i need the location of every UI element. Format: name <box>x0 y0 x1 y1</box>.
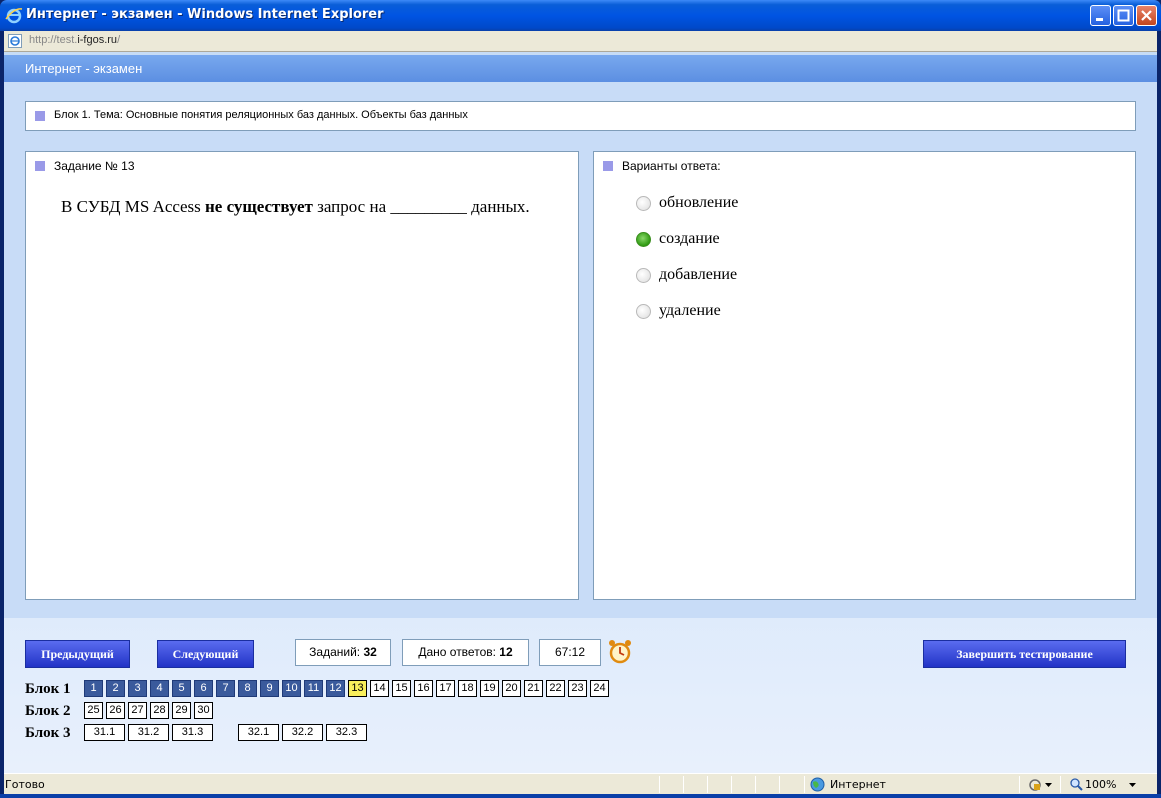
minimize-button[interactable] <box>1090 5 1111 26</box>
block-title: Блок 1. Тема: Основные понятия реляционн… <box>54 109 468 121</box>
question-nav-23[interactable]: 23 <box>568 680 587 697</box>
question-nav-7[interactable]: 7 <box>216 680 235 697</box>
block2-label: Блок 2 <box>25 703 71 719</box>
window-titlebar: Интернет - экзамен - Windows Internet Ex… <box>0 0 1161 31</box>
answered-count-box: Дано ответов: 12 <box>402 639 529 666</box>
status-bar: Готово Интернет 100% <box>4 773 1157 794</box>
window-frame-bottom <box>0 794 1161 798</box>
finish-test-button[interactable]: Завершить тестирование <box>923 640 1126 668</box>
block3-label: Блок 3 <box>25 725 71 741</box>
answer-option-label: добавление <box>659 266 738 283</box>
window-title: Интернет - экзамен - Windows Internet Ex… <box>26 7 384 22</box>
question-nav-19[interactable]: 19 <box>480 680 499 697</box>
next-button[interactable]: Следующий <box>157 640 254 668</box>
question-nav-32.2[interactable]: 32.2 <box>282 724 323 741</box>
question-nav-14[interactable]: 14 <box>370 680 389 697</box>
status-divider <box>755 776 756 793</box>
question-nav-22[interactable]: 22 <box>546 680 565 697</box>
close-window-button[interactable] <box>1136 5 1157 26</box>
question-nav-32.3[interactable]: 32.3 <box>326 724 367 741</box>
question-nav-8[interactable]: 8 <box>238 680 257 697</box>
answer-option-label: удаление <box>659 302 721 319</box>
url-text[interactable]: http://test.i-fgos.ru/ <box>29 34 120 46</box>
previous-button[interactable]: Предыдущий <box>25 640 130 668</box>
question-nav-3[interactable]: 3 <box>128 680 147 697</box>
question-nav-31.3[interactable]: 31.3 <box>172 724 213 741</box>
zoom-level[interactable]: 100% <box>1085 778 1116 791</box>
answers-label: Варианты ответа: <box>622 159 721 173</box>
bullet-icon <box>35 161 45 171</box>
question-nav-12[interactable]: 12 <box>326 680 345 697</box>
question-nav-2[interactable]: 2 <box>106 680 125 697</box>
status-divider <box>1060 776 1061 793</box>
status-divider <box>683 776 684 793</box>
radio-button[interactable] <box>636 304 651 319</box>
status-divider <box>804 776 805 793</box>
question-nav-6[interactable]: 6 <box>194 680 213 697</box>
radio-button[interactable] <box>636 196 651 211</box>
question-nav-5[interactable]: 5 <box>172 680 191 697</box>
question-nav-26[interactable]: 26 <box>106 702 125 719</box>
radio-button-selected[interactable] <box>636 232 651 247</box>
question-nav-16[interactable]: 16 <box>414 680 433 697</box>
question-nav-28[interactable]: 28 <box>150 702 169 719</box>
address-bar[interactable]: http://test.i-fgos.ru/ <box>4 31 1157 52</box>
radio-button[interactable] <box>636 268 651 283</box>
task-label: Задание № 13 <box>54 159 135 173</box>
question-text: В СУБД MS Access не существует запрос на… <box>61 197 530 216</box>
internet-explorer-icon <box>5 8 23 24</box>
protected-mode-icon[interactable] <box>1028 778 1042 792</box>
question-nav-21[interactable]: 21 <box>524 680 543 697</box>
app-header: Интернет - экзамен <box>4 55 1157 82</box>
page-content: Интернет - экзамен Блок 1. Тема: Основны… <box>4 52 1157 773</box>
block1-label: Блок 1 <box>25 681 71 697</box>
question-nav-24[interactable]: 24 <box>590 680 609 697</box>
bullet-icon <box>35 111 45 121</box>
status-divider <box>779 776 780 793</box>
question-nav-20[interactable]: 20 <box>502 680 521 697</box>
alarm-clock-icon <box>609 640 631 664</box>
close-icon <box>1141 10 1152 21</box>
question-nav-11[interactable]: 11 <box>304 680 323 697</box>
question-nav-25[interactable]: 25 <box>84 702 103 719</box>
tasks-count-box: Заданий: 32 <box>295 639 391 666</box>
answer-option-label: обновление <box>659 194 739 211</box>
block-title-panel: Блок 1. Тема: Основные понятия реляционн… <box>25 101 1136 131</box>
task-panel: Задание № 13 В СУБД MS Access не существ… <box>25 151 579 600</box>
question-nav-32.1[interactable]: 32.1 <box>238 724 279 741</box>
question-nav-27[interactable]: 27 <box>128 702 147 719</box>
question-nav-30[interactable]: 30 <box>194 702 213 719</box>
question-nav-31.1[interactable]: 31.1 <box>84 724 125 741</box>
status-divider <box>659 776 660 793</box>
question-nav-17[interactable]: 17 <box>436 680 455 697</box>
ie-page-icon <box>8 34 22 48</box>
maximize-icon <box>1117 9 1130 22</box>
question-nav-31.2[interactable]: 31.2 <box>128 724 169 741</box>
question-nav-9[interactable]: 9 <box>260 680 279 697</box>
minimize-icon <box>1096 18 1103 21</box>
question-nav-15[interactable]: 15 <box>392 680 411 697</box>
answer-option-label: создание <box>659 230 720 247</box>
question-nav-4[interactable]: 4 <box>150 680 169 697</box>
zoom-icon[interactable] <box>1070 778 1083 791</box>
security-zone: Интернет <box>830 778 886 791</box>
question-nav-13[interactable]: 13 <box>348 680 367 697</box>
question-nav-29[interactable]: 29 <box>172 702 191 719</box>
status-divider <box>731 776 732 793</box>
bullet-icon <box>603 161 613 171</box>
status-divider <box>1019 776 1020 793</box>
question-nav-18[interactable]: 18 <box>458 680 477 697</box>
status-text: Готово <box>5 778 45 791</box>
globe-icon <box>810 777 825 792</box>
chevron-down-icon[interactable] <box>1129 783 1136 788</box>
answers-panel: Варианты ответа: обновление создание доб… <box>593 151 1136 600</box>
chevron-down-icon[interactable] <box>1045 783 1052 788</box>
question-nav-10[interactable]: 10 <box>282 680 301 697</box>
maximize-button[interactable] <box>1113 5 1134 26</box>
timer: 67:12 <box>539 639 601 666</box>
status-divider <box>707 776 708 793</box>
question-nav-1[interactable]: 1 <box>84 680 103 697</box>
